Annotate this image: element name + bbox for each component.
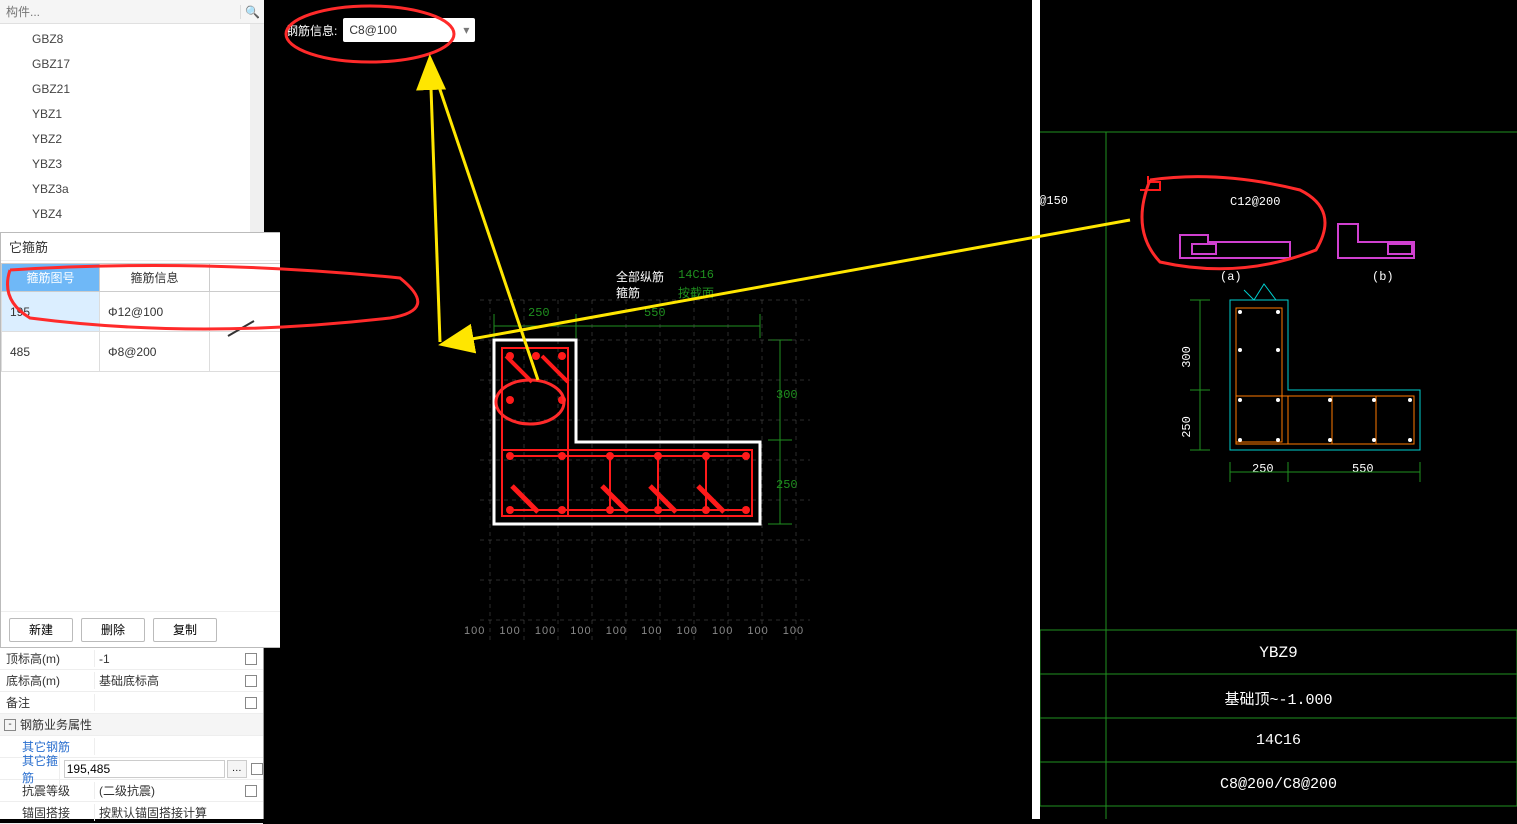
- delete-button[interactable]: 删除: [81, 618, 145, 642]
- prop-row[interactable]: 抗震等级 (二级抗震): [0, 780, 263, 802]
- cad-viewport-main[interactable]: 全部纵筋 14C16 箍筋 按截面 250 550 300 250: [280, 0, 1032, 819]
- prop-label: 顶标高(m): [0, 650, 95, 667]
- dim-label: 300: [776, 388, 798, 402]
- prop-check[interactable]: [251, 762, 263, 776]
- table-cell: 14C16: [1040, 732, 1517, 749]
- section-label: 钢筋业务属性: [20, 716, 92, 733]
- dim-label: 250: [776, 478, 798, 492]
- viewport-divider[interactable]: [1032, 0, 1040, 819]
- legend-label: 箍筋: [616, 284, 640, 301]
- search-row: 🔍: [0, 0, 264, 24]
- legend-label: 全部纵筋: [616, 268, 664, 285]
- tree-item[interactable]: GBZ21: [0, 76, 264, 101]
- prop-value[interactable]: 基础底标高: [95, 672, 239, 689]
- chevron-down-icon: ▾: [463, 23, 469, 37]
- prop-label: 底标高(m): [0, 672, 95, 689]
- table-cell: C8@200/C8@200: [1040, 776, 1517, 793]
- dim-label: 550: [1352, 462, 1374, 476]
- rebar-info-bar: 钢筋信息: C8@100 ▾: [286, 18, 475, 42]
- tree-item[interactable]: GBZ17: [0, 51, 264, 76]
- cad-main-svg: [280, 0, 1032, 819]
- dim-label: 250: [1252, 462, 1274, 476]
- cell-info[interactable]: Φ8@200: [100, 332, 210, 372]
- grid-ruler-labels: 100 100 100 100 100 100 100 100 100 100: [464, 625, 804, 637]
- prop-value[interactable]: -1: [95, 652, 239, 666]
- collapse-icon[interactable]: -: [4, 719, 16, 731]
- cad-viewport-right[interactable]: 2@150 C12@200 (a) (b) 300 250 250 550: [1040, 0, 1517, 819]
- component-list: GBZ8 GBZ17 GBZ21 YBZ1 YBZ2 YBZ3 YBZ3a YB…: [0, 24, 264, 226]
- prop-row[interactable]: 备注: [0, 692, 263, 714]
- prop-check[interactable]: [239, 696, 263, 710]
- properties-panel: 顶标高(m) -1 底标高(m) 基础底标高 备注 - 钢筋业务属性 其它钢筋 …: [0, 648, 264, 819]
- cell-no[interactable]: 195: [2, 292, 100, 332]
- tree-item[interactable]: YBZ3a: [0, 176, 264, 201]
- col-header-no[interactable]: 箍筋图号: [2, 264, 100, 292]
- tree-item[interactable]: YBZ2: [0, 126, 264, 151]
- tree-item[interactable]: YBZ1: [0, 101, 264, 126]
- prop-check[interactable]: [239, 784, 263, 798]
- table-cell: YBZ9: [1040, 644, 1517, 662]
- rebar-info-label: 钢筋信息:: [286, 22, 337, 39]
- col-header-info[interactable]: 箍筋信息: [100, 264, 210, 292]
- tree-item[interactable]: YBZ4: [0, 201, 264, 226]
- table-cell: 基础顶~-1.000: [1040, 688, 1517, 709]
- prop-label: 其它箍筋: [0, 752, 60, 786]
- search-icon[interactable]: 🔍: [240, 5, 264, 19]
- prop-label: 备注: [0, 694, 95, 711]
- rebar-info-select[interactable]: C8@100 ▾: [343, 18, 475, 42]
- view-label: (a): [1220, 270, 1242, 284]
- prop-row[interactable]: 锚固搭接 按默认锚固搭接计算: [0, 802, 263, 824]
- dialog-title-text: 它箍筋: [9, 237, 48, 256]
- prop-label: 锚固搭接: [0, 804, 95, 821]
- cell-info[interactable]: Φ12@100: [100, 292, 210, 332]
- prop-value[interactable]: …: [60, 760, 251, 778]
- view-label: (b): [1372, 270, 1394, 284]
- cell-no[interactable]: 485: [2, 332, 100, 372]
- prop-row[interactable]: 顶标高(m) -1: [0, 648, 263, 670]
- legend-value: 按截面: [678, 284, 714, 301]
- prop-value[interactable]: (二级抗震): [95, 782, 239, 799]
- rebar-info-value: C8@100: [349, 23, 397, 37]
- copy-button[interactable]: 复制: [153, 618, 217, 642]
- prop-check[interactable]: [239, 674, 263, 688]
- search-input[interactable]: [0, 3, 240, 21]
- prop-label: 抗震等级: [0, 782, 95, 799]
- component-tree-panel: 🔍 GBZ8 GBZ17 GBZ21 YBZ1 YBZ2 YBZ3 YBZ3a …: [0, 0, 264, 232]
- ellipsis-button[interactable]: …: [227, 760, 247, 778]
- legend-value: 14C16: [678, 268, 714, 282]
- new-button[interactable]: 新建: [9, 618, 73, 642]
- prop-row[interactable]: 其它箍筋 …: [0, 758, 263, 780]
- prop-section-header[interactable]: - 钢筋业务属性: [0, 714, 263, 736]
- prop-input[interactable]: [64, 760, 225, 778]
- dim-label: 300: [1180, 346, 1194, 368]
- tree-item[interactable]: YBZ3: [0, 151, 264, 176]
- dim-label: C12@200: [1230, 195, 1280, 209]
- tree-item[interactable]: GBZ8: [0, 26, 264, 51]
- prop-check[interactable]: [239, 652, 263, 666]
- dim-label: 250: [528, 306, 550, 320]
- prop-row[interactable]: 底标高(m) 基础底标高: [0, 670, 263, 692]
- dim-label: 550: [644, 306, 666, 320]
- dim-label: 250: [1180, 416, 1194, 438]
- scrollbar[interactable]: [250, 24, 264, 232]
- prop-value[interactable]: 按默认锚固搭接计算: [95, 804, 239, 821]
